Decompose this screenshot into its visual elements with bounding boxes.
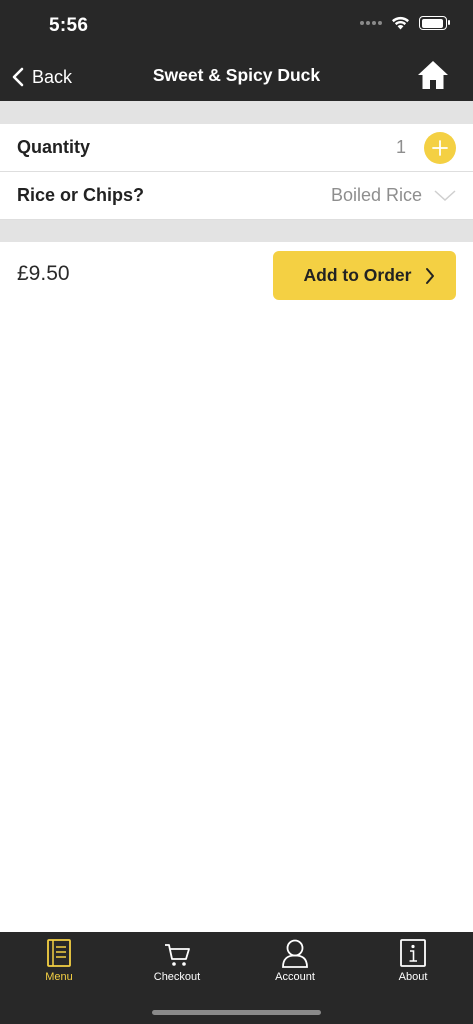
tab-menu[interactable]: Menu [0,938,118,994]
info-icon [400,939,426,967]
tab-checkout[interactable]: Checkout [118,938,236,994]
wifi-icon [392,16,409,30]
side-select-value: Boiled Rice [330,185,422,205]
add-to-order-button[interactable]: Add to Order [273,251,456,300]
tab-checkout-label: Checkout [153,971,201,983]
chevron-left-icon [12,67,24,87]
quantity-value: 1 [395,137,406,157]
plus-icon [432,139,448,156]
chevron-right-icon [426,267,435,284]
top-bar: 5:56 Back Sweet & Spicy Duck [0,0,473,101]
battery-icon [419,16,450,30]
back-label: Back [32,66,73,87]
cellular-signal-icon [360,21,382,25]
quantity-stepper: 1 [395,131,456,164]
status-icons [360,16,450,30]
side-select-row[interactable]: Rice or Chips? Boiled Rice [0,172,473,220]
chevron-down-icon [434,189,456,201]
add-to-order-label: Add to Order [303,265,412,285]
tab-account[interactable]: Account [236,938,354,994]
side-select-label: Rice or Chips? [17,185,145,205]
home-button[interactable] [416,58,450,92]
home-icon [418,61,448,89]
quantity-label: Quantity [17,137,91,157]
status-time: 5:56 [49,15,89,36]
section-separator [0,101,473,124]
page-title: Sweet & Spicy Duck [152,65,321,85]
tab-account-label: Account [275,971,315,983]
cart-icon [165,944,190,966]
tab-menu-label: Menu [45,971,73,983]
item-price: £9.50 [17,262,70,285]
quantity-row: Quantity 1 [0,124,473,172]
home-indicator [152,1010,321,1015]
tab-about-label: About [398,971,428,983]
back-button[interactable]: Back [12,62,72,92]
section-separator [0,220,473,242]
increase-quantity-button[interactable] [424,131,456,164]
menu-book-icon [47,939,71,967]
tab-about[interactable]: About [354,938,472,994]
person-icon [282,939,308,968]
